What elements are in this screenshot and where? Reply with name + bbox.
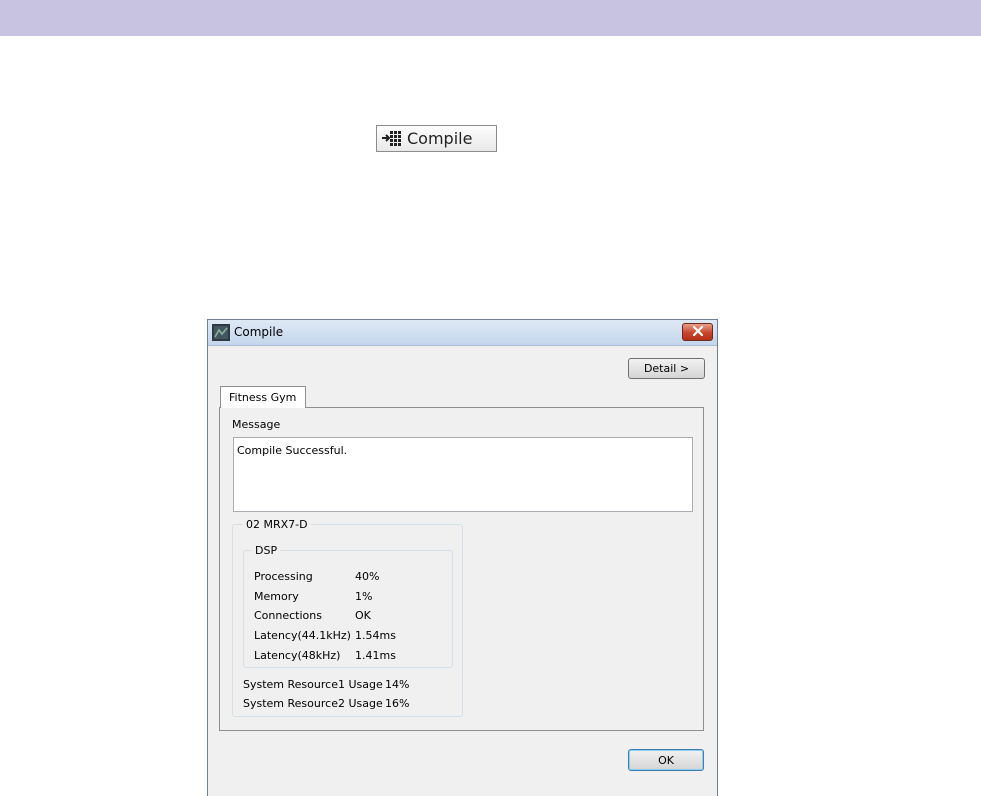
resource1-value: 14% [385,678,410,691]
close-icon [692,325,704,339]
message-box[interactable]: Compile Successful. [233,437,693,512]
close-button[interactable] [682,323,713,341]
top-banner [0,0,981,36]
message-label: Message [232,418,281,431]
tab-fitness-gym[interactable]: Fitness Gym [220,386,306,408]
connections-value: OK [355,609,371,622]
detail-button[interactable]: Detail > [628,358,705,379]
app-icon [212,324,230,341]
resource1-label: System Resource1 Usage [243,678,383,691]
latency-48k-label: Latency(48kHz) [254,649,341,662]
compile-toolbar-button[interactable]: Compile [376,125,497,152]
dsp-group: DSP Processing 40% Memory 1% Connections… [243,544,453,668]
message-text: Compile Successful. [237,444,348,457]
dialog-title: Compile [234,325,284,339]
device-name: 02 MRX7-D [243,518,311,531]
resource2-label: System Resource2 Usage [243,697,383,710]
latency-44k-label: Latency(44.1kHz) [254,629,351,642]
memory-label: Memory [254,590,299,603]
memory-value: 1% [355,590,373,603]
ok-button[interactable]: OK [628,749,704,771]
device-group: 02 MRX7-D DSP Processing 40% Memory 1% C… [232,518,463,717]
resource2-value: 16% [385,697,410,710]
latency-44k-value: 1.54ms [355,629,396,642]
processing-value: 40% [355,570,380,583]
compile-dialog: Compile Detail > Fitness Gym Message Com… [207,319,718,796]
dsp-label: DSP [252,544,281,557]
compile-grid-icon [381,130,403,148]
connections-label: Connections [254,609,322,622]
dialog-titlebar: Compile [208,320,717,346]
processing-label: Processing [254,570,313,583]
compile-toolbar-label: Compile [407,129,473,148]
tab-panel: Message Compile Successful. 02 MRX7-D DS… [219,407,704,731]
latency-48k-value: 1.41ms [355,649,396,662]
